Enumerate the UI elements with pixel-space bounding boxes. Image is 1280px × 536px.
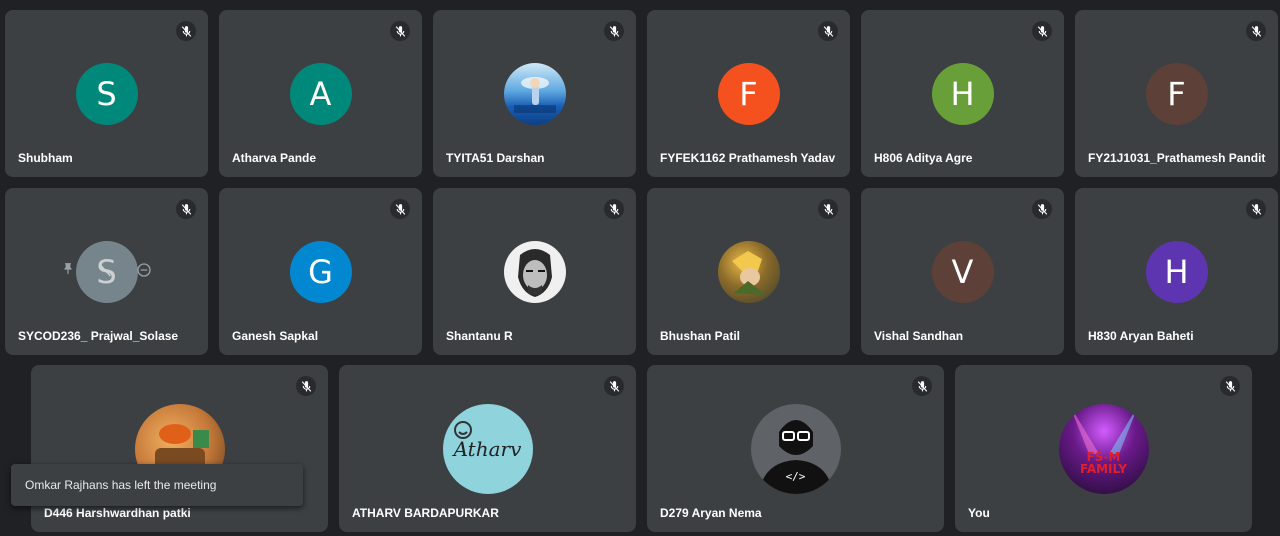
avatar: H: [1145, 241, 1208, 303]
participant-name: TYITA51 Darshan: [446, 151, 545, 165]
participant-tile-aryan-baheti[interactable]: H H830 Aryan Baheti: [1075, 188, 1278, 355]
participant-name: FY21J1031_Prathamesh Pandit: [1088, 151, 1266, 165]
mic-off-icon: [390, 199, 410, 219]
participant-tile-atharva-pande[interactable]: A Atharva Pande: [219, 10, 422, 177]
participant-name: You: [968, 506, 990, 520]
avatar: V: [931, 241, 994, 303]
avatar: F: [717, 63, 780, 125]
avatar: F: [1145, 63, 1208, 125]
participant-name: H830 Aryan Baheti: [1088, 329, 1194, 343]
avatar-logo-text: Atharv: [453, 437, 522, 461]
notification-toast: Omkar Rajhans has left the meeting: [11, 464, 303, 506]
mic-off-icon: [604, 21, 624, 41]
avatar-photo: Atharv: [442, 404, 533, 494]
participant-tile-prathamesh-pandit[interactable]: F FY21J1031_Prathamesh Pandit: [1075, 10, 1278, 177]
avatar-photo: FS-M FAMILY: [1058, 404, 1149, 494]
participant-tile-ganesh-sapkal[interactable]: G Ganesh Sapkal: [219, 188, 422, 355]
mic-off-icon: [818, 199, 838, 219]
avatar-photo: </>: [750, 404, 841, 494]
remove-icon[interactable]: [136, 262, 152, 281]
avatar-logo-text: FS-M FAMILY: [1080, 450, 1127, 476]
mic-off-icon: [604, 376, 624, 396]
avatar-code-text: </>: [785, 470, 806, 483]
mute-toggle-icon[interactable]: [97, 262, 113, 281]
mic-off-icon: [1032, 199, 1052, 219]
participant-tile-shubham[interactable]: S Shubham: [5, 10, 208, 177]
mic-off-icon: [296, 376, 316, 396]
participant-name: ATHARV BARDAPURKAR: [352, 506, 499, 520]
mic-off-icon: [1220, 376, 1240, 396]
avatar: S: [75, 63, 138, 125]
participant-name: H806 Aditya Agre: [874, 151, 973, 165]
participant-name: Bhushan Patil: [660, 329, 741, 343]
mic-off-icon: [1032, 21, 1052, 41]
participant-name: Vishal Sandhan: [874, 329, 964, 343]
participant-tile-bhushan-patil[interactable]: Bhushan Patil: [647, 188, 850, 355]
participant-tile-shantanu-r[interactable]: Shantanu R: [433, 188, 636, 355]
participant-tile-harshwardhan-patki[interactable]: D446 Harshwardhan patki: [31, 365, 328, 532]
participant-tile-vishal-sandhan[interactable]: V Vishal Sandhan: [861, 188, 1064, 355]
participant-name: Shubham: [18, 151, 73, 165]
toast-message: Omkar Rajhans has left the meeting: [25, 478, 217, 492]
avatar-photo: [717, 241, 780, 303]
participant-tile-prathamesh-yadav[interactable]: F FYFEK1162 Prathamesh Yadav: [647, 10, 850, 177]
avatar-photo: [503, 63, 566, 125]
participant-name: Atharva Pande: [232, 151, 317, 165]
participant-name: D446 Harshwardhan patki: [44, 506, 191, 520]
participant-name: FYFEK1162 Prathamesh Yadav: [660, 151, 836, 165]
mic-off-icon: [912, 376, 932, 396]
participant-name: SYCOD236_ Prajwal_Solase: [18, 329, 179, 343]
participant-tile-atharv-bardapurkar[interactable]: Atharv ATHARV BARDAPURKAR: [339, 365, 636, 532]
mic-off-icon: [176, 199, 196, 219]
pin-icon[interactable]: [61, 262, 75, 279]
participant-tile-aryan-nema[interactable]: </> D279 Aryan Nema: [647, 365, 944, 532]
mic-off-icon: [1246, 21, 1266, 41]
mic-off-icon: [818, 21, 838, 41]
avatar: A: [289, 63, 352, 125]
avatar: H: [931, 63, 994, 125]
mic-off-icon: [1246, 199, 1266, 219]
participant-name: Shantanu R: [446, 329, 513, 343]
mic-off-icon: [176, 21, 196, 41]
participant-tile-prajwal-solase[interactable]: S SYCOD236_ Prajwal_Solase: [5, 188, 208, 355]
mic-off-icon: [604, 199, 624, 219]
participant-tile-you[interactable]: FS-M FAMILY You: [955, 365, 1252, 532]
participant-tile-aditya-agre[interactable]: H H806 Aditya Agre: [861, 10, 1064, 177]
avatar: G: [289, 241, 352, 303]
avatar-photo: [503, 241, 566, 303]
participant-name: D279 Aryan Nema: [660, 506, 762, 520]
participant-tile-tyita51-darshan[interactable]: TYITA51 Darshan: [433, 10, 636, 177]
mic-off-icon: [390, 21, 410, 41]
participant-name: Ganesh Sapkal: [232, 329, 319, 343]
